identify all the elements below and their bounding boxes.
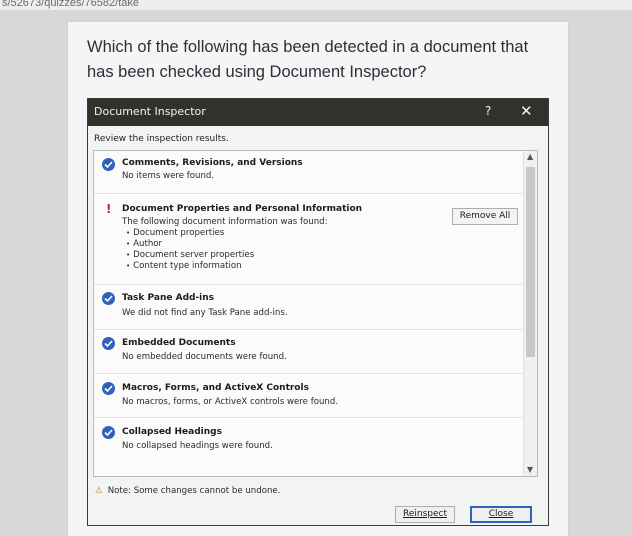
- close-button[interactable]: Close: [470, 506, 532, 523]
- quiz-question-card: Which of the following has been detected…: [68, 22, 568, 536]
- result-item-document-properties: ! Document Properties and Personal Infor…: [94, 193, 524, 285]
- result-description: No collapsed headings were found.: [122, 441, 273, 451]
- document-inspector-dialog: Document Inspector ? ✕ Review the inspec…: [87, 98, 549, 526]
- result-item-task-pane-addins: Task Pane Add-ins We did not find any Ta…: [94, 284, 524, 330]
- result-item-embedded-documents: Embedded Documents No embedded documents…: [94, 329, 524, 374]
- note-text: Note: Some changes cannot be undone.: [107, 486, 281, 496]
- result-item-collapsed-headings: Collapsed Headings No collapsed headings…: [94, 417, 524, 461]
- result-title: Document Properties and Personal Informa…: [122, 204, 363, 214]
- result-item-comments: Comments, Revisions, and Versions No ite…: [94, 151, 524, 194]
- result-title: Macros, Forms, and ActiveX Controls: [122, 383, 309, 393]
- exclamation-icon: !: [106, 202, 112, 216]
- result-title: Collapsed Headings: [122, 427, 222, 437]
- check-circle-icon: [102, 337, 115, 350]
- help-button[interactable]: ?: [485, 104, 491, 118]
- list-item: Author: [126, 239, 254, 250]
- list-item: Document properties: [126, 228, 254, 239]
- result-description: No macros, forms, or ActiveX controls we…: [122, 397, 339, 407]
- reinspect-button[interactable]: Reinspect: [395, 506, 455, 523]
- results-scrollbar[interactable]: ▲ ▼: [523, 151, 537, 476]
- close-label: Close: [488, 509, 514, 519]
- close-icon[interactable]: ✕: [520, 102, 533, 120]
- check-circle-icon: [102, 292, 115, 305]
- check-circle-icon: [102, 382, 115, 395]
- chevron-up-icon[interactable]: ▲: [527, 152, 533, 161]
- result-title: Comments, Revisions, and Versions: [122, 158, 303, 168]
- remove-all-button[interactable]: Remove All: [452, 208, 518, 225]
- result-description: No items were found.: [122, 171, 215, 181]
- reinspect-label: Reinspect: [402, 509, 447, 519]
- result-description: No embedded documents were found.: [122, 352, 287, 362]
- warning-icon: ⚠: [95, 486, 103, 496]
- list-item: Document server properties: [126, 250, 254, 261]
- result-item-macros: Macros, Forms, and ActiveX Controls No m…: [94, 373, 524, 418]
- dialog-subheading: Review the inspection results.: [94, 134, 229, 144]
- result-description: We did not find any Task Pane add-ins.: [122, 308, 288, 318]
- result-title: Task Pane Add-ins: [122, 293, 215, 303]
- question-text: Which of the following has been detected…: [87, 38, 529, 81]
- scrollbar-thumb[interactable]: [526, 167, 535, 357]
- found-properties-list: Document properties Author Document serv…: [126, 228, 254, 272]
- dialog-titlebar: Document Inspector ? ✕: [88, 99, 548, 126]
- dialog-title: Document Inspector: [94, 105, 206, 118]
- check-circle-icon: [102, 158, 115, 171]
- list-item: Content type information: [126, 261, 254, 272]
- chevron-down-icon[interactable]: ▼: [527, 465, 533, 474]
- undo-note: ⚠ Note: Some changes cannot be undone.: [95, 486, 280, 496]
- result-title: Embedded Documents: [122, 338, 236, 348]
- result-description: The following document information was f…: [122, 217, 328, 227]
- browser-url-strip: s/52673/quizzes/76582/take: [0, 0, 632, 10]
- check-circle-icon: [102, 426, 115, 439]
- inspection-results-list: Comments, Revisions, and Versions No ite…: [93, 150, 538, 477]
